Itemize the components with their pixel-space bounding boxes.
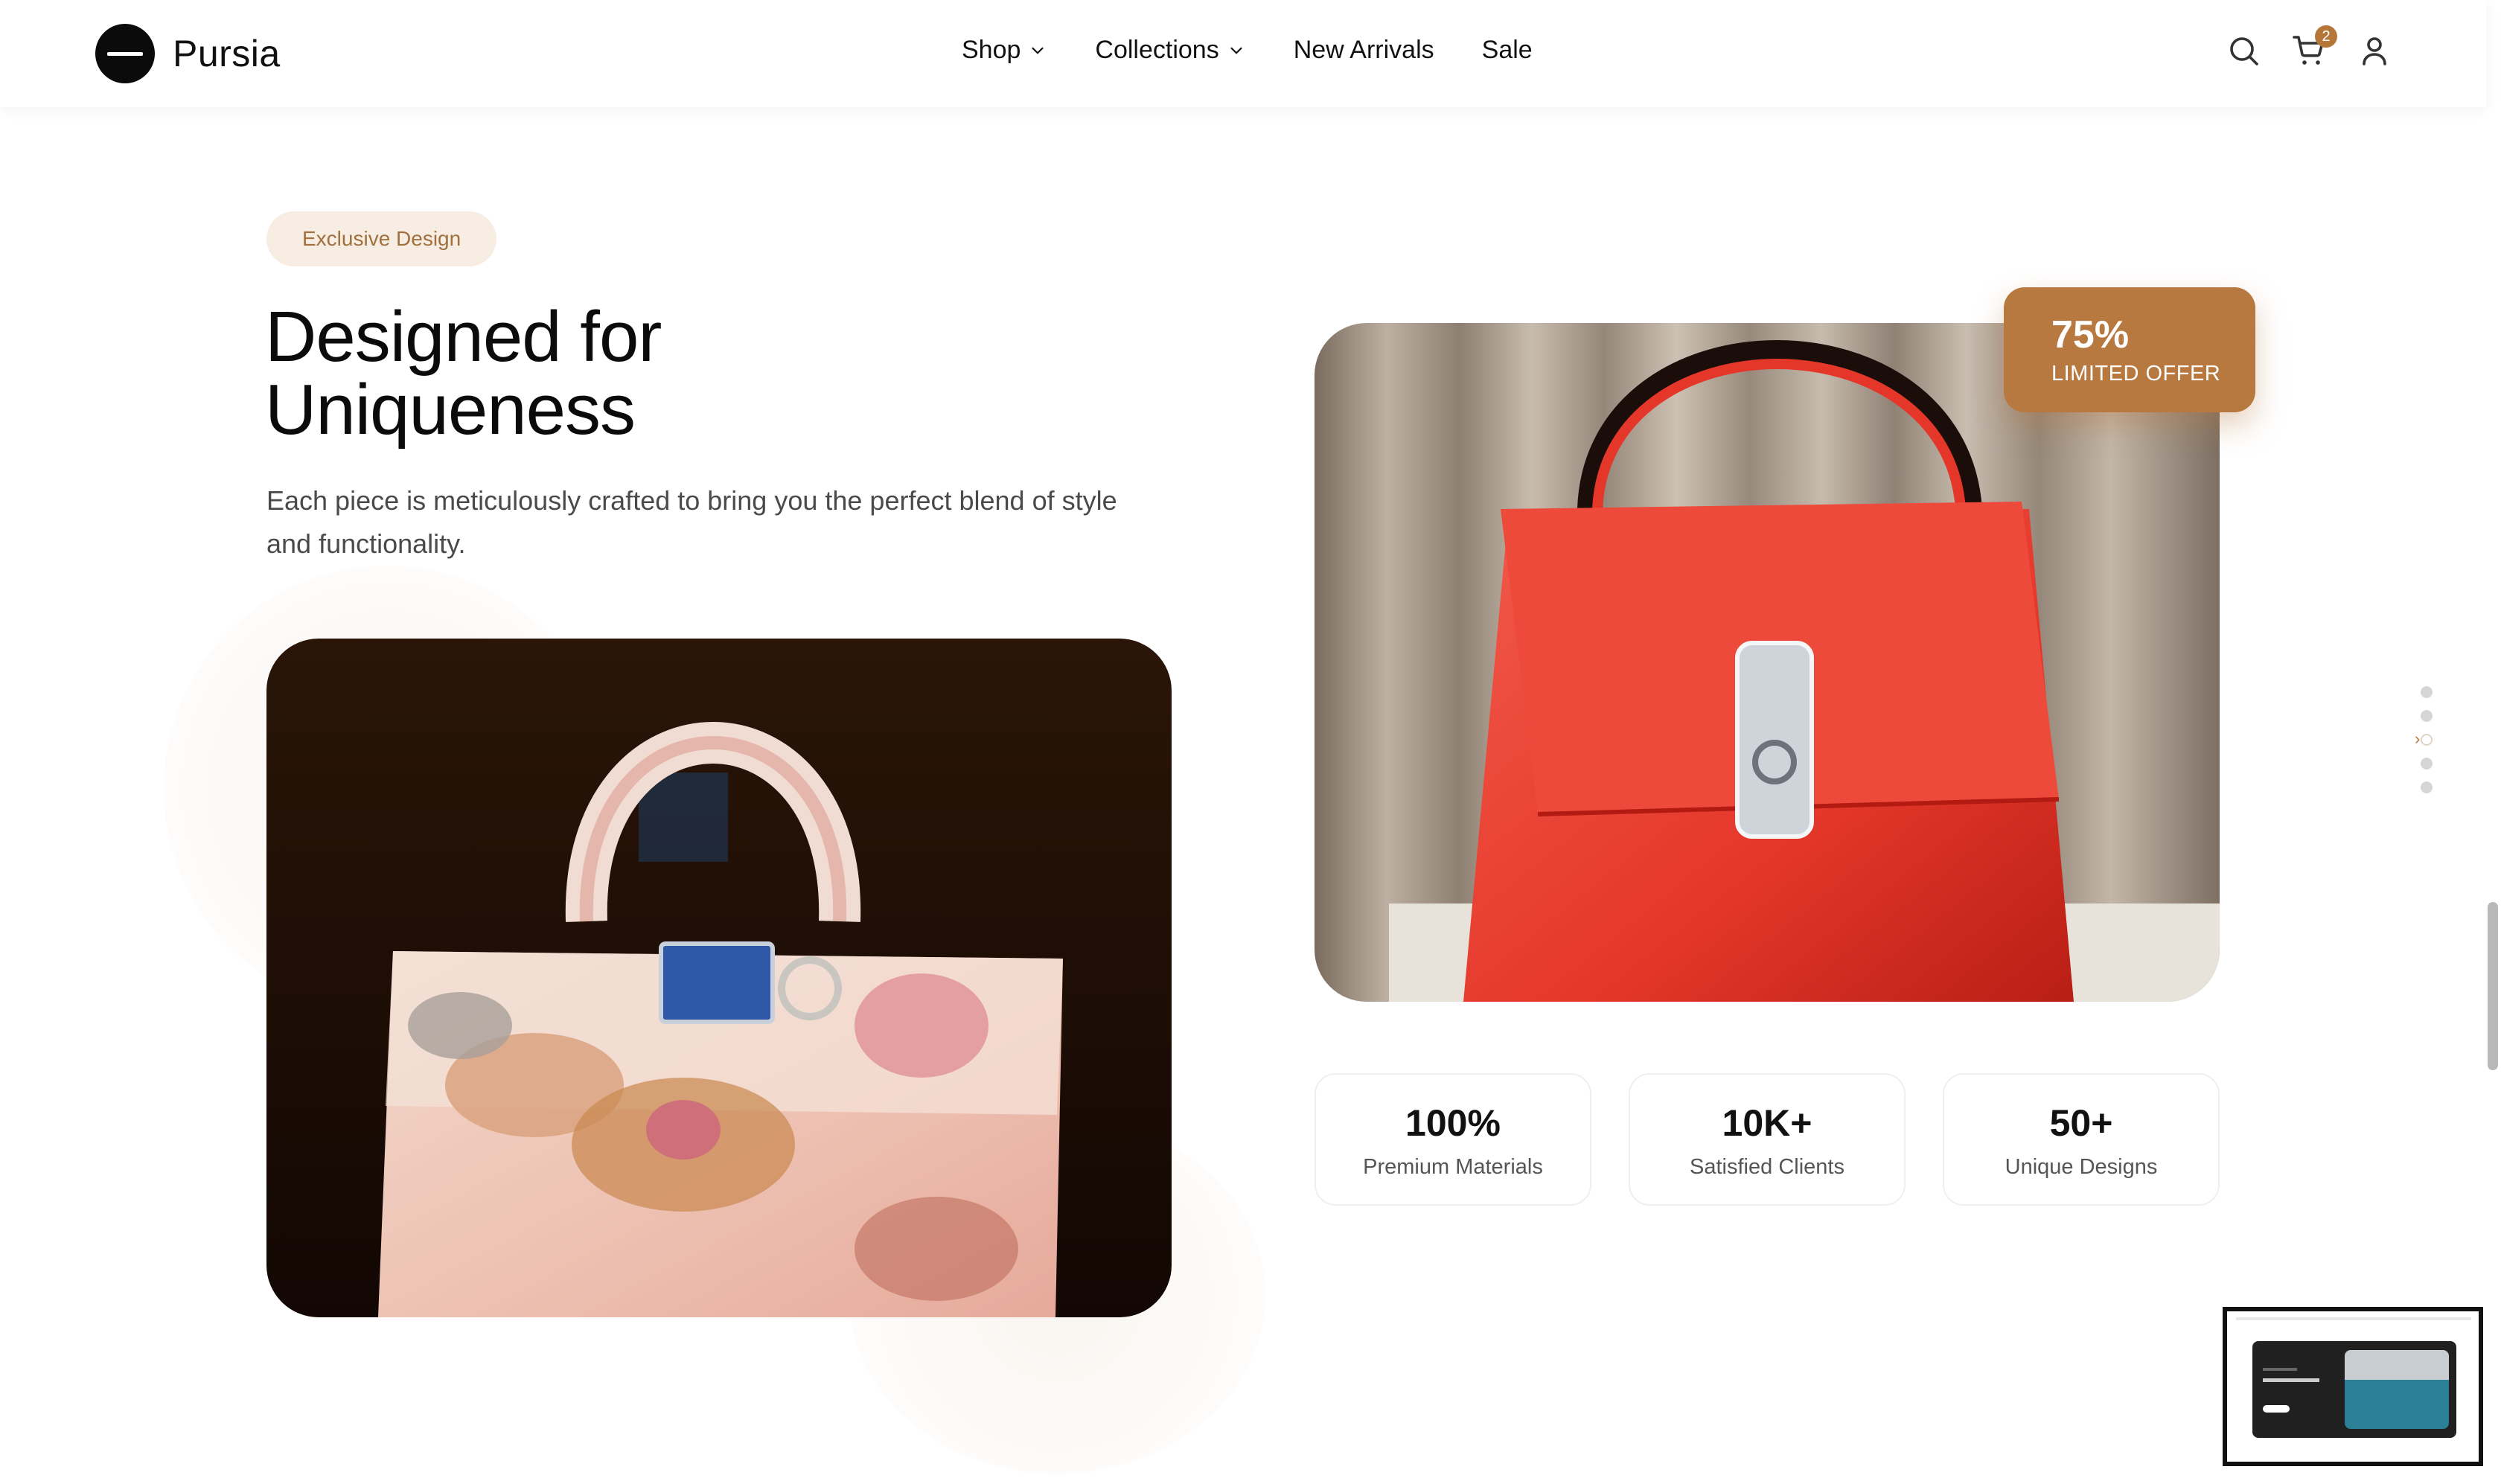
title-line-1: Designed for <box>265 297 662 377</box>
offer-percent: 75% <box>2051 313 2130 356</box>
brand-name: Pursia <box>173 33 281 74</box>
nav-label: Collections <box>1095 36 1219 64</box>
chevron-right-icon: › <box>2415 729 2421 748</box>
nav-label: Sale <box>1481 36 1533 64</box>
exclusive-design-badge: Exclusive Design <box>266 211 497 266</box>
stat-label: Premium Materials <box>1363 1155 1543 1179</box>
cart-count-badge: 2 <box>2315 25 2337 48</box>
title-line-2: Uniqueness <box>265 370 636 450</box>
section-dot[interactable] <box>2421 710 2433 722</box>
preview-button <box>2263 1405 2290 1413</box>
red-handbag-image <box>1315 323 2220 1002</box>
brand-logo[interactable]: Pursia <box>95 24 281 83</box>
chevron-down-icon <box>1230 47 1242 54</box>
stat-label: Unique Designs <box>2005 1155 2158 1179</box>
preview-text <box>2263 1378 2319 1382</box>
offer-label: LIMITED OFFER <box>2051 362 2221 386</box>
search-button[interactable] <box>2226 33 2261 68</box>
nav-item-sale[interactable]: Sale <box>1482 36 1533 65</box>
page-scrollbar[interactable] <box>2488 902 2498 1070</box>
stats-row: 100% Premium Materials 10K+ Satisfied Cl… <box>1315 1073 2220 1206</box>
preview-hero <box>2252 1341 2456 1438</box>
preview-image <box>2345 1350 2449 1429</box>
stat-card: 100% Premium Materials <box>1315 1073 1591 1206</box>
stat-value: 10K+ <box>1722 1102 1812 1144</box>
section-title: Designed for Uniqueness <box>265 301 935 447</box>
cart-button[interactable]: 2 <box>2291 25 2337 68</box>
stat-value: 100% <box>1405 1102 1501 1144</box>
section-dot[interactable] <box>2421 758 2433 770</box>
section-description: Each piece is meticulously crafted to br… <box>266 485 1117 559</box>
section-dot[interactable] <box>2421 686 2433 698</box>
user-icon <box>2363 37 2386 65</box>
nav-item-collections[interactable]: Collections <box>1095 36 1245 65</box>
site-header: Pursia Shop Collections New Arrivals Sal… <box>0 0 2486 107</box>
section-dot[interactable] <box>2421 781 2433 793</box>
stat-card: 50+ Unique Designs <box>1943 1073 2220 1206</box>
chevron-down-icon <box>1032 47 1044 54</box>
account-button[interactable] <box>2357 33 2392 68</box>
nav-item-shop[interactable]: Shop <box>962 36 1047 65</box>
section-dots: › <box>2415 686 2433 805</box>
preview-header <box>2236 1317 2471 1320</box>
nav-item-new-arrivals[interactable]: New Arrivals <box>1294 36 1434 65</box>
nav-label: Shop <box>962 36 1021 64</box>
logo-icon <box>95 24 155 83</box>
main-nav: Shop Collections New Arrivals Sale <box>962 36 1533 65</box>
stat-label: Satisfied Clients <box>1690 1155 1844 1179</box>
nav-label: New Arrivals <box>1293 36 1434 64</box>
header-actions: 2 <box>2226 25 2392 68</box>
stat-card: 10K+ Satisfied Clients <box>1629 1073 1906 1206</box>
limited-offer-badge[interactable]: 75% LIMITED OFFER <box>2004 287 2255 412</box>
stat-value: 50+ <box>2049 1102 2113 1144</box>
preview-text <box>2263 1368 2297 1371</box>
section-dot-active[interactable]: › <box>2415 729 2433 748</box>
floral-handbag-image <box>266 639 1172 1317</box>
page-preview-thumbnail[interactable] <box>2223 1307 2483 1466</box>
search-icon <box>2230 37 2258 65</box>
